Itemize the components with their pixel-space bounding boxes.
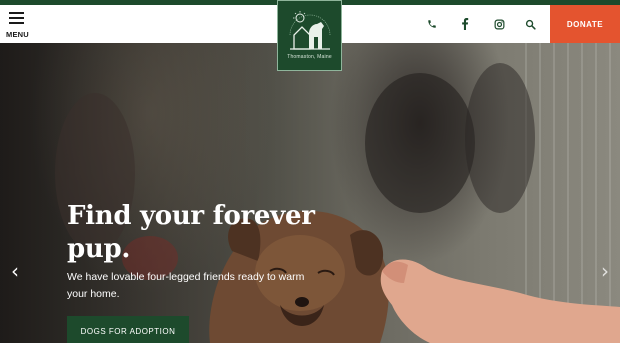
menu-label: MENU	[6, 30, 29, 39]
logo-emblem	[289, 11, 330, 50]
instagram-icon[interactable]	[488, 13, 510, 35]
hero-subtext: We have lovable four-legged friends read…	[67, 271, 305, 300]
dogs-for-adoption-button[interactable]: DOGS FOR ADOPTION	[67, 316, 189, 343]
facebook-icon[interactable]	[454, 13, 476, 35]
donate-button[interactable]: DONATE	[550, 5, 620, 43]
carousel-next-icon[interactable]: ›	[597, 258, 613, 284]
menu-button[interactable]: MENU	[6, 9, 30, 41]
phone-icon[interactable]	[421, 13, 443, 35]
hamburger-icon-line	[9, 22, 24, 24]
site-logo[interactable]: Thomaston, Maine	[277, 0, 342, 71]
hamburger-icon	[9, 12, 24, 14]
search-icon[interactable]	[519, 13, 541, 35]
carousel-prev-icon[interactable]: ‹	[7, 258, 23, 284]
logo-location: Thomaston, Maine	[287, 54, 332, 60]
hero-banner: ‹ › Find your forever pup. We have lovab…	[0, 43, 620, 343]
hamburger-icon-line	[9, 17, 24, 19]
hero-headline: Find your forever pup.	[67, 201, 315, 264]
